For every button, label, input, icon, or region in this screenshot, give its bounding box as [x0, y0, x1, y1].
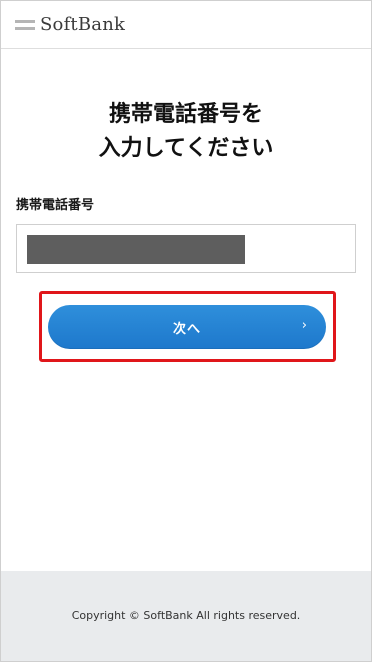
- header: SoftBank: [1, 1, 371, 49]
- phone-number-input[interactable]: [16, 224, 356, 273]
- phone-number-label: 携帯電話番号: [16, 198, 95, 213]
- softbank-logo[interactable]: SoftBank: [15, 14, 125, 36]
- page-title-line-1: 携帯電話番号を: [108, 102, 263, 127]
- page-title: 携帯電話番号を 入力してください: [1, 98, 371, 166]
- page-frame: SoftBank 携帯電話番号を 入力してください 携帯電話番号 次へ › Co…: [0, 0, 372, 662]
- redacted-phone-number: [27, 235, 245, 264]
- next-button-label: 次へ: [172, 321, 201, 337]
- footer: Copyright © SoftBank All rights reserved…: [1, 571, 371, 661]
- page-title-line-2: 入力してください: [98, 136, 274, 161]
- next-button[interactable]: 次へ ›: [48, 305, 326, 349]
- softbank-mark-icon: [15, 19, 35, 31]
- logo-text: SoftBank: [40, 14, 126, 35]
- chevron-right-icon: ›: [301, 318, 307, 333]
- copyright-text: Copyright © SoftBank All rights reserved…: [71, 609, 301, 622]
